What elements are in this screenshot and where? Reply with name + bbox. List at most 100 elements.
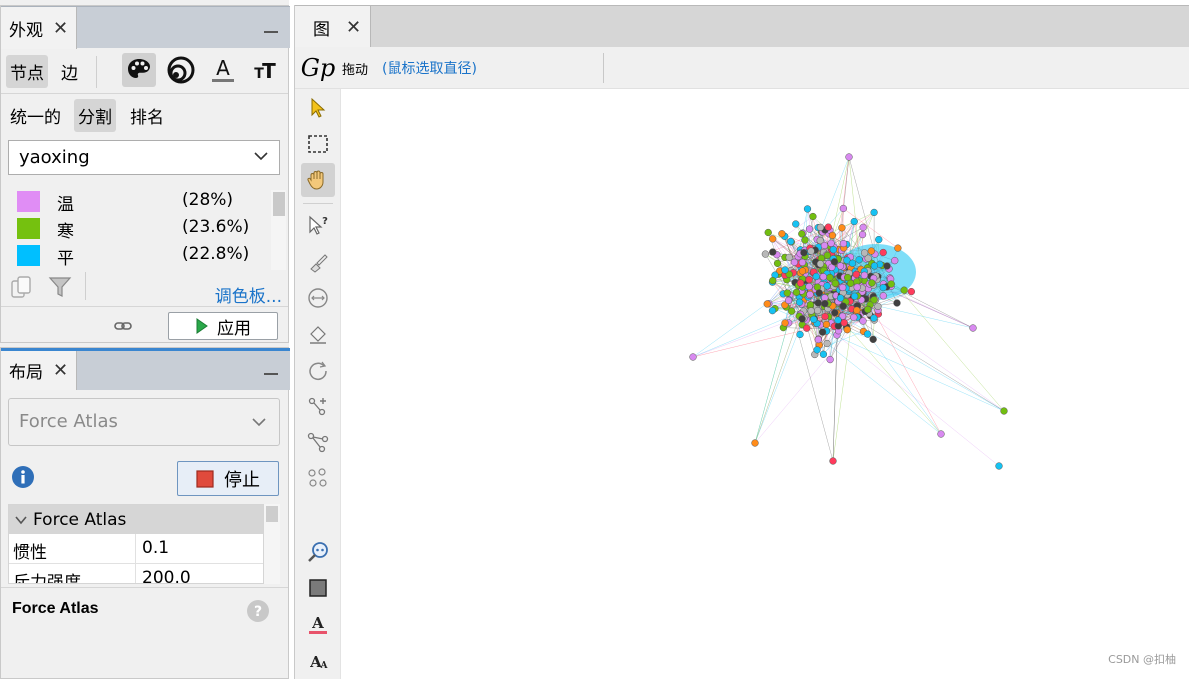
graph-edge	[826, 343, 942, 435]
tab-nodes[interactable]: 节点	[6, 55, 48, 88]
graph-node	[803, 324, 811, 332]
filter-icon[interactable]	[47, 274, 73, 304]
legend-item[interactable]: 寒 (23.6%)	[17, 216, 257, 242]
add-node-icon[interactable]	[301, 389, 335, 423]
partition-attribute-select[interactable]: yaoxing	[8, 140, 280, 175]
layout-algorithm-select[interactable]: Force Atlas	[8, 398, 280, 446]
graph-window: 图 ✕ Gp 拖动 (鼠标选取直径) ? A A A CSDN @扣柚	[294, 5, 1189, 679]
gephi-logo: Gp	[300, 54, 336, 82]
graph-node	[795, 298, 804, 306]
stop-button[interactable]: 停止	[177, 461, 279, 496]
rotate-icon[interactable]	[301, 353, 335, 387]
info-icon[interactable]	[11, 465, 35, 493]
graph-node	[816, 223, 825, 232]
graph-node	[859, 317, 867, 325]
legend-swatch[interactable]	[17, 191, 40, 212]
rectangle-select-icon[interactable]	[301, 127, 335, 161]
property-value[interactable]: 0.1	[136, 534, 175, 563]
network-graph[interactable]	[341, 89, 1189, 679]
shortest-path-icon[interactable]	[301, 461, 335, 495]
property-row[interactable]: 惯性 0.1	[9, 534, 263, 564]
tab-appearance[interactable]: 外观 ✕	[1, 7, 77, 49]
drag-hand-icon[interactable]	[301, 163, 335, 197]
graph-node	[831, 309, 839, 317]
graph-canvas[interactable]: CSDN @扣柚	[341, 89, 1189, 679]
label-color-icon[interactable]: A	[301, 607, 335, 641]
paint-bucket-icon[interactable]	[301, 317, 335, 351]
minimize-icon[interactable]	[264, 31, 278, 33]
graph-node	[805, 225, 814, 233]
pointer-help-icon[interactable]: ?	[301, 209, 335, 243]
graph-node	[867, 247, 875, 255]
graph-node	[761, 250, 770, 258]
background-color-icon[interactable]	[301, 571, 335, 605]
label-size-icon[interactable]: TT	[247, 53, 281, 87]
properties-sheet: Force Atlas 惯性 0.1 斥力强度 200.0	[8, 504, 264, 584]
graph-node	[887, 280, 895, 288]
properties-group[interactable]: Force Atlas	[9, 505, 263, 534]
svg-text:A: A	[320, 661, 329, 671]
help-icon[interactable]: ?	[246, 599, 270, 627]
minimize-icon[interactable]	[264, 373, 278, 375]
legend-swatch[interactable]	[17, 218, 40, 239]
graph-node	[810, 315, 818, 324]
size-icon[interactable]	[164, 53, 198, 87]
close-icon[interactable]: ✕	[53, 18, 68, 39]
graph-node	[806, 290, 814, 299]
property-row[interactable]: 斥力强度 200.0	[9, 564, 263, 583]
graph-node	[836, 262, 845, 270]
graph-node	[773, 259, 782, 268]
graph-node	[870, 208, 878, 217]
graph-node	[821, 300, 829, 308]
palette-icon[interactable]	[122, 53, 156, 87]
graph-node	[850, 292, 859, 300]
stop-label: 停止	[224, 469, 260, 491]
property-key: 斥力强度	[9, 564, 136, 583]
graph-node	[839, 302, 847, 310]
graph-node	[875, 235, 883, 244]
label-color-icon[interactable]: A	[206, 53, 240, 87]
chevron-down-icon	[251, 414, 267, 435]
graph-node	[827, 239, 835, 247]
stop-icon	[196, 469, 214, 488]
pointer-icon[interactable]	[301, 91, 335, 125]
label-font-icon[interactable]: AA	[301, 643, 335, 677]
mode-ranking[interactable]: 排名	[126, 99, 168, 132]
close-icon[interactable]: ✕	[53, 360, 68, 381]
graph-node	[822, 320, 831, 329]
graph-node	[826, 355, 834, 364]
graph-node	[796, 330, 804, 339]
mode-partition[interactable]: 分割	[74, 99, 116, 132]
copy-icon[interactable]	[9, 274, 35, 304]
legend-item[interactable]: 温 (28%)	[17, 189, 257, 215]
properties-scrollbar[interactable]	[264, 504, 280, 584]
legend-scroll-thumb[interactable]	[273, 192, 285, 216]
tab-graph[interactable]: 图 ✕	[295, 6, 371, 48]
apply-button[interactable]: 应用	[168, 312, 278, 340]
paint-brush-icon[interactable]	[301, 245, 335, 279]
graph-edge	[774, 308, 1005, 412]
graph-node	[781, 319, 789, 327]
graph-node	[787, 237, 795, 246]
link-icon[interactable]	[114, 317, 132, 336]
layout-panel: 布局 ✕ Force Atlas 停止 Force Atlas 惯性 0.1 斥…	[0, 347, 290, 679]
graph-node	[813, 306, 822, 315]
graph-toolbar: Gp 拖动 (鼠标选取直径)	[295, 47, 1189, 89]
tab-appearance-label: 外观	[9, 20, 43, 41]
legend-item[interactable]: 平 (22.8%)	[17, 243, 257, 269]
add-edge-icon[interactable]	[301, 425, 335, 459]
graph-node	[814, 299, 822, 307]
left-sidebar: 外观 ✕ 节点 边 A TT 统一的 分割 排名 yaoxing 温 (28%)…	[0, 0, 290, 679]
property-value[interactable]: 200.0	[136, 564, 197, 583]
legend-swatch[interactable]	[17, 245, 40, 266]
close-icon[interactable]: ✕	[346, 17, 361, 38]
tab-edges[interactable]: 边	[57, 55, 82, 88]
palette-link[interactable]: 调色板...	[215, 282, 282, 307]
zoom-center-icon[interactable]	[301, 535, 335, 569]
graph-node	[891, 256, 899, 265]
mode-unique[interactable]: 统一的	[6, 99, 65, 132]
graph-node	[790, 258, 799, 266]
graph-node	[805, 276, 813, 284]
tab-layout[interactable]: 布局 ✕	[1, 351, 77, 390]
size-adjust-icon[interactable]	[301, 281, 335, 315]
